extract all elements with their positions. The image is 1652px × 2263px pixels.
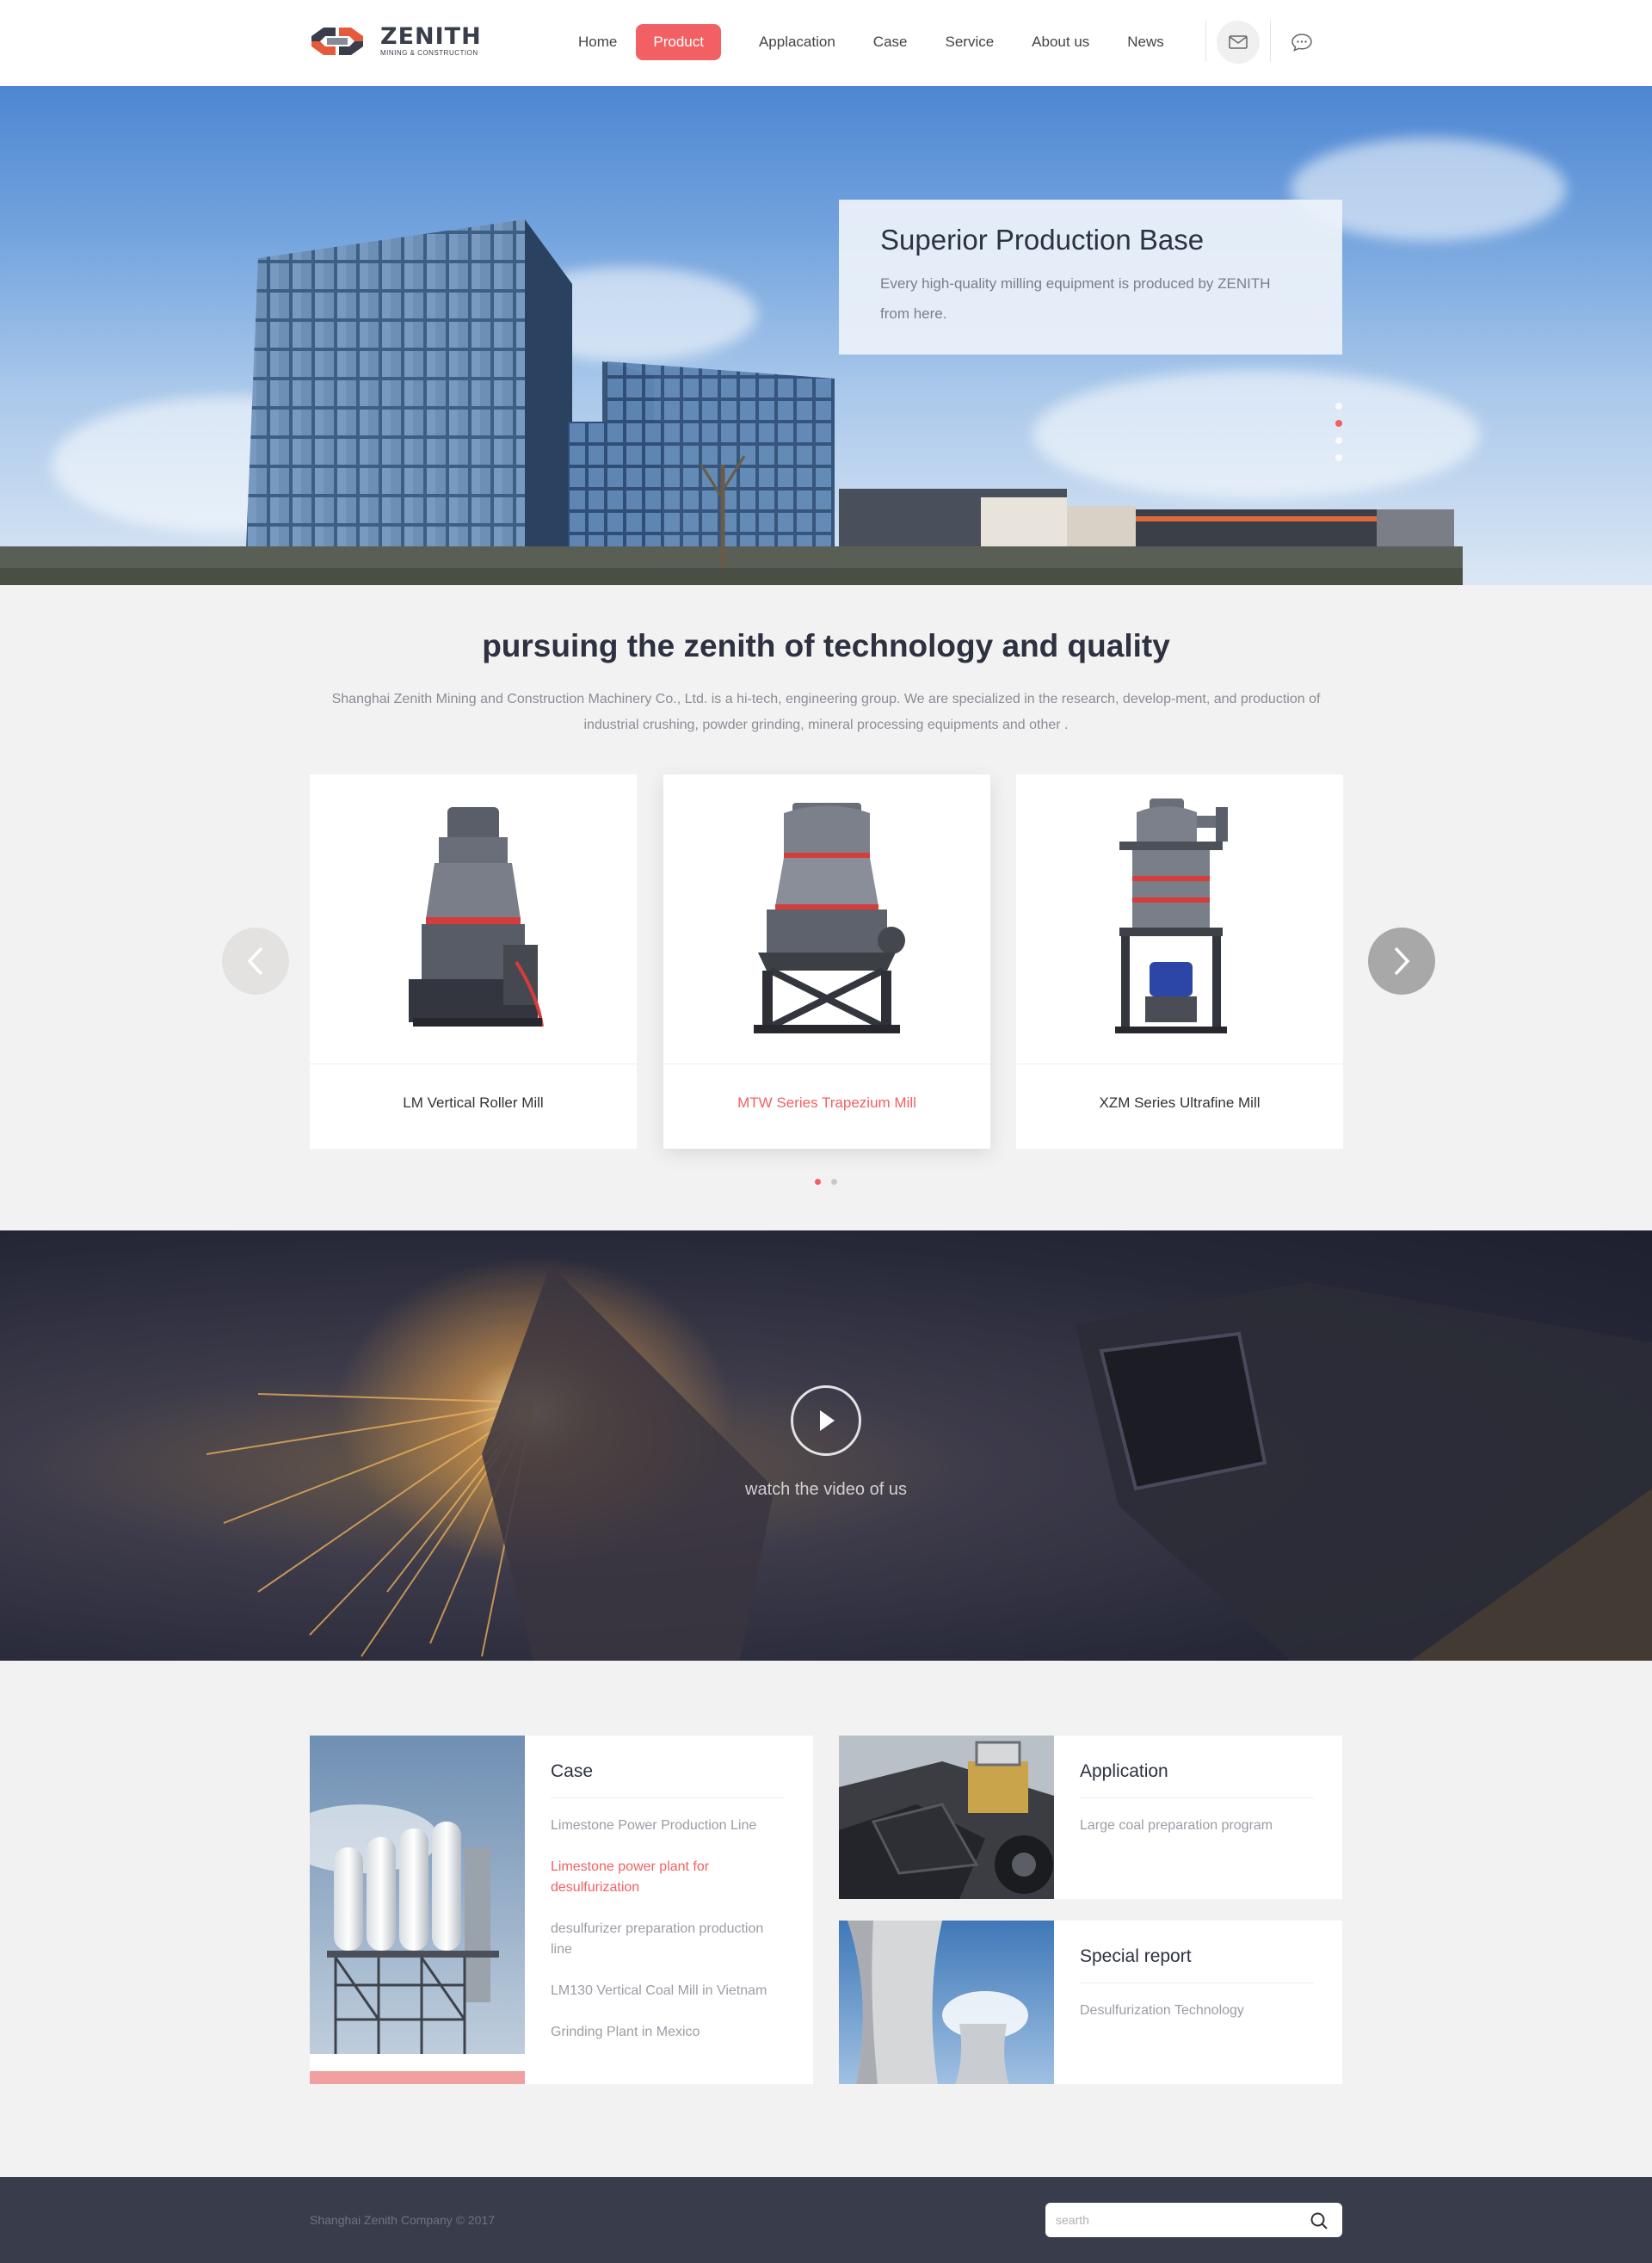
- carousel-next-button[interactable]: [1368, 928, 1435, 995]
- case-title[interactable]: Case: [551, 1761, 785, 1798]
- logo-tagline: MINING & CONSTRUCTION: [380, 49, 478, 57]
- product-image: [663, 774, 990, 1064]
- hero-slide-indicator: [1335, 403, 1342, 472]
- factory-buildings-image: [0, 219, 1463, 585]
- nav-news[interactable]: News: [1127, 24, 1164, 60]
- ultrafine-mill-image: [1115, 799, 1228, 1033]
- special-report-link[interactable]: Desulfurization Technology: [1080, 2001, 1314, 2021]
- copyright-text: Shanghai Zenith Company © 2017: [310, 2213, 496, 2227]
- product-image: [310, 774, 637, 1064]
- product-name[interactable]: MTW Series Trapezium Mill: [663, 1095, 990, 1112]
- case-image: [310, 1736, 525, 2084]
- section-title: pursuing the zenith of technology and qu…: [482, 628, 1170, 663]
- site-header: ZENITH MINING & CONSTRUCTION Home Produc…: [0, 0, 1652, 86]
- chevron-left-icon: [247, 947, 263, 976]
- play-icon: [820, 1410, 835, 1431]
- nav-service[interactable]: Service: [945, 24, 994, 60]
- pager-dot-active[interactable]: [815, 1179, 821, 1185]
- nav-case[interactable]: Case: [873, 24, 908, 60]
- slide-dot-active[interactable]: [1335, 420, 1342, 427]
- coal-loader-image: [839, 1736, 1054, 1899]
- product-name[interactable]: LM Vertical Roller Mill: [310, 1095, 637, 1112]
- case-link[interactable]: Limestone Power Production Line: [551, 1816, 785, 1836]
- carousel-prev-button[interactable]: [222, 928, 289, 995]
- application-card: Application Large coal preparation progr…: [839, 1736, 1342, 1899]
- product-card[interactable]: LM Vertical Roller Mill: [310, 774, 637, 1149]
- case-link[interactable]: LM130 Vertical Coal Mill in Vietnam: [551, 1981, 785, 2001]
- product-card-featured[interactable]: MTW Series Trapezium Mill: [663, 774, 990, 1149]
- case-card: Case Limestone Power Production Line Lim…: [310, 1736, 813, 2084]
- hero-caption-card: Superior Production Base Every high-qual…: [839, 200, 1342, 355]
- cooling-towers-image: [839, 1921, 1054, 2084]
- company-intro-text: Shanghai Zenith Mining and Construction …: [331, 692, 1321, 732]
- special-report-card: Special report Desulfurization Technolog…: [839, 1921, 1342, 2084]
- hero-title: Superior Production Base: [880, 224, 1205, 256]
- hero-description: Every high-quality milling equipment is …: [880, 275, 1271, 322]
- application-image: [839, 1736, 1054, 1899]
- nav-product[interactable]: Product: [636, 24, 721, 60]
- zenith-logo-icon: [311, 28, 363, 55]
- nav-divider: [1270, 21, 1271, 62]
- application-title[interactable]: Application: [1080, 1761, 1314, 1798]
- silos-plant-image: [310, 1736, 525, 2084]
- logo-name: ZENITH: [380, 23, 482, 50]
- special-report-title[interactable]: Special report: [1080, 1946, 1314, 1983]
- slide-dot[interactable]: [1335, 454, 1342, 461]
- main-nav: Home Product Applacation Case Service Ab…: [578, 24, 1202, 60]
- hero-banner: Superior Production Base Every high-qual…: [0, 86, 1652, 585]
- trapezium-mill-image: [754, 803, 905, 1033]
- search-icon[interactable]: [1309, 2211, 1329, 2231]
- case-link[interactable]: desulfurizer preparation production line: [551, 1919, 785, 1960]
- nav-home[interactable]: Home: [578, 24, 617, 60]
- slide-dot[interactable]: [1335, 403, 1342, 410]
- case-link-highlighted[interactable]: Limestone power plant for desulfurizatio…: [551, 1857, 785, 1898]
- slide-dot[interactable]: [1335, 437, 1342, 444]
- play-button[interactable]: [791, 1385, 861, 1456]
- pager-dot[interactable]: [831, 1179, 837, 1185]
- special-report-image: [839, 1921, 1054, 2084]
- product-pager: [815, 1179, 848, 1185]
- nav-about-us[interactable]: About us: [1032, 24, 1089, 60]
- video-caption: watch the video of us: [745, 1480, 907, 1499]
- search-box: [1045, 2203, 1342, 2237]
- chat-button[interactable]: [1280, 21, 1323, 64]
- search-input[interactable]: [1056, 2203, 1305, 2237]
- vertical-roller-mill-image: [409, 807, 544, 1027]
- chevron-right-icon: [1394, 947, 1410, 976]
- mail-icon: [1229, 35, 1248, 49]
- case-link[interactable]: Grinding Plant in Mexico: [551, 2022, 785, 2043]
- product-card[interactable]: XZM Series Ultrafine Mill: [1016, 774, 1343, 1149]
- application-link[interactable]: Large coal preparation program: [1080, 1816, 1314, 1836]
- logo[interactable]: ZENITH MINING & CONSTRUCTION: [310, 22, 490, 61]
- product-name[interactable]: XZM Series Ultrafine Mill: [1016, 1095, 1343, 1112]
- product-image: [1016, 774, 1343, 1064]
- chat-icon: [1291, 34, 1312, 52]
- mail-button[interactable]: [1217, 21, 1260, 64]
- nav-application[interactable]: Applacation: [759, 24, 835, 60]
- nav-divider: [1205, 21, 1206, 62]
- site-footer: Shanghai Zenith Company © 2017: [0, 2177, 1652, 2263]
